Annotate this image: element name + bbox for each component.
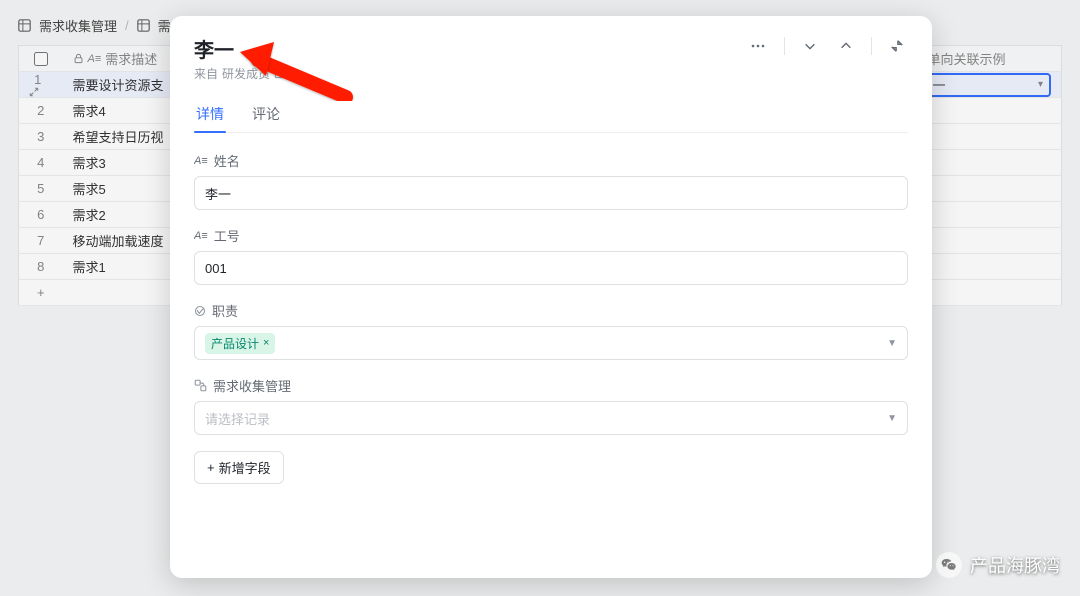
id-input[interactable]: 001 — [194, 251, 908, 285]
role-select[interactable]: 产品设计 × ▼ — [194, 326, 908, 360]
remove-tag-icon[interactable]: × — [263, 337, 269, 349]
tab-detail[interactable]: 详情 — [194, 98, 226, 132]
link-select[interactable]: 请选择记录 ▼ — [194, 401, 908, 435]
record-source[interactable]: 来自 研发成员 — [194, 65, 285, 82]
text-field-icon: A≡ — [194, 230, 208, 242]
external-link-icon — [274, 68, 285, 79]
record-modal: 李一 来自 研发成员 — [170, 16, 932, 578]
prev-record-icon[interactable] — [835, 35, 857, 57]
tab-comment[interactable]: 评论 — [250, 98, 282, 132]
add-field-button[interactable]: + 新增字段 — [194, 451, 284, 484]
field-id: A≡ 工号 001 — [194, 226, 908, 285]
collapse-icon[interactable] — [886, 35, 908, 57]
chevron-down-icon: ▼ — [887, 413, 897, 424]
watermark: 产品海豚湾 — [936, 552, 1060, 578]
text-field-icon: A≡ — [194, 155, 208, 167]
field-name: A≡ 姓名 李一 — [194, 151, 908, 210]
more-icon[interactable] — [746, 34, 770, 58]
role-tag: 产品设计 × — [205, 333, 275, 354]
relation-field-icon — [194, 379, 207, 392]
field-role: 职责 产品设计 × ▼ — [194, 301, 908, 360]
wechat-icon — [936, 552, 962, 578]
next-record-icon[interactable] — [799, 35, 821, 57]
modal-title: 李一 — [194, 34, 285, 63]
field-link: 需求收集管理 请选择记录 ▼ — [194, 376, 908, 435]
name-input[interactable]: 李一 — [194, 176, 908, 210]
plus-icon: + — [207, 460, 215, 475]
select-field-icon — [194, 305, 206, 317]
chevron-down-icon: ▼ — [887, 338, 897, 349]
